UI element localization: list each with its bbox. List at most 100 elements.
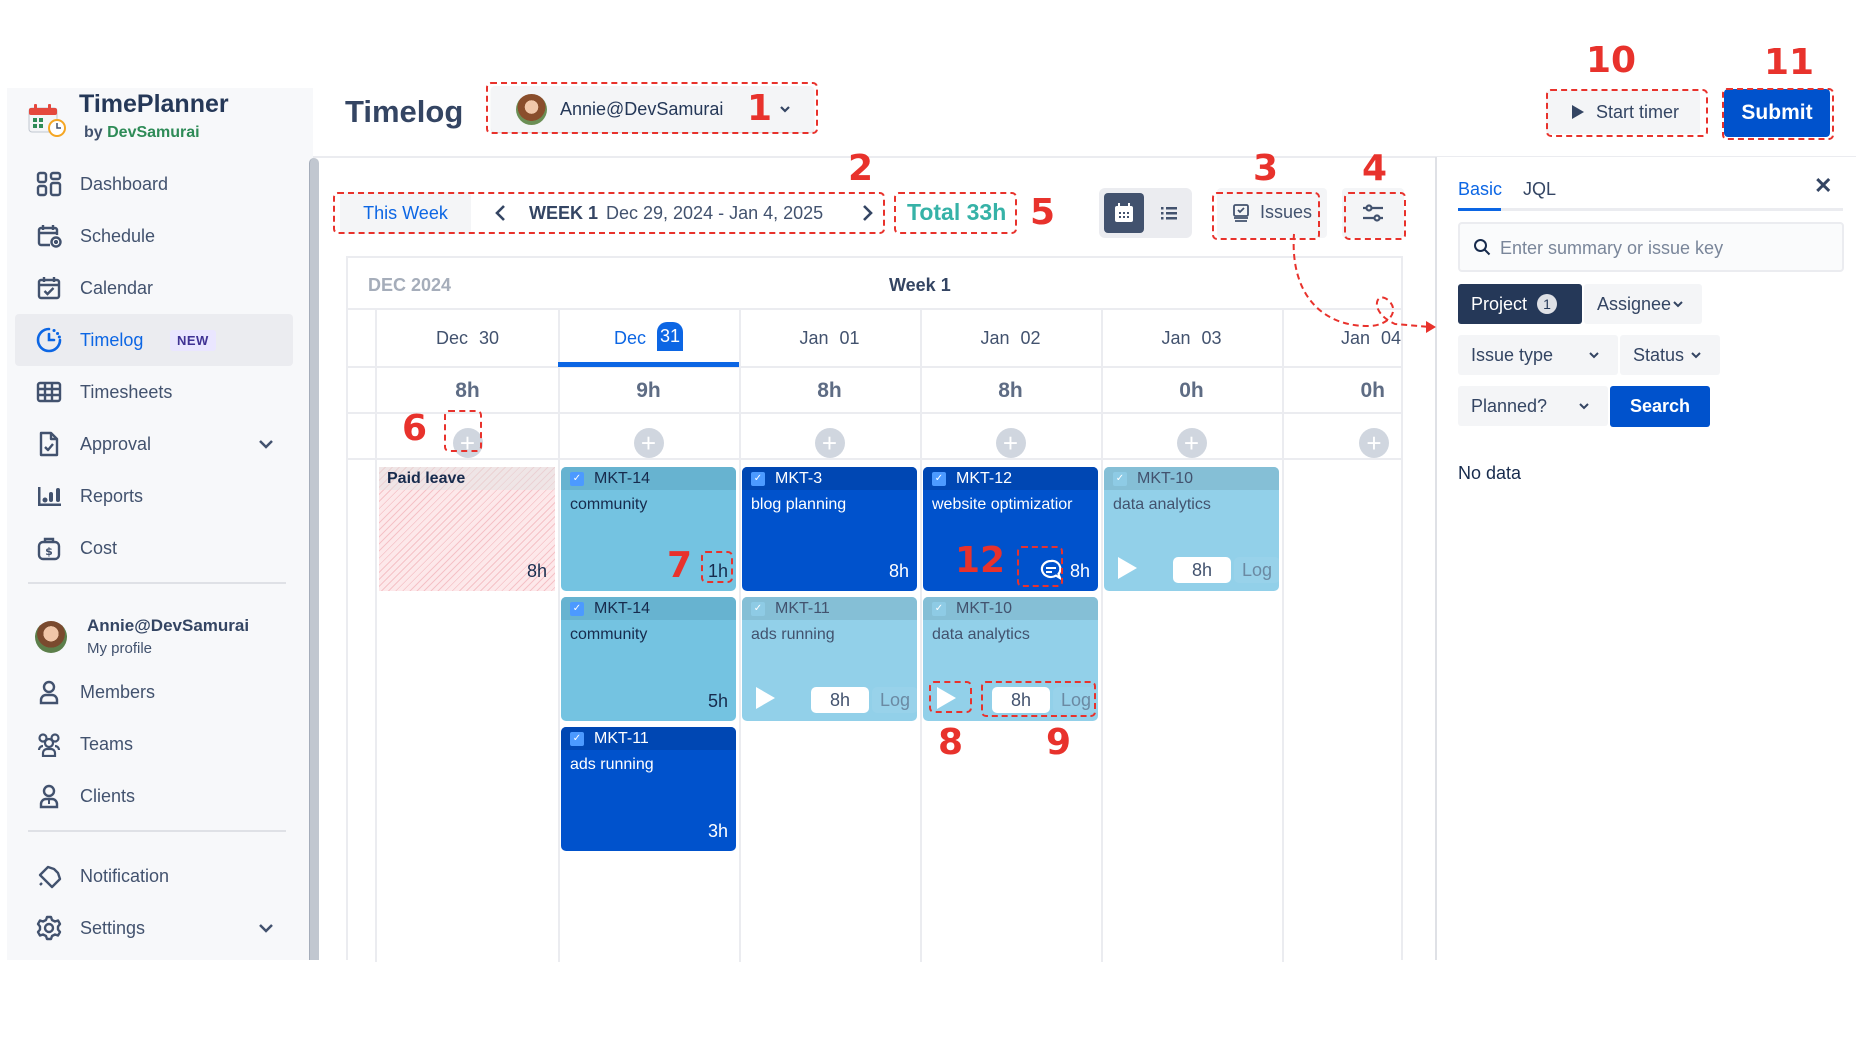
logged-hours[interactable]: 3h: [708, 821, 728, 842]
sidebar-profile[interactable]: Annie@DevSamurai My profile: [15, 606, 293, 668]
this-week-button[interactable]: This Week: [340, 192, 471, 234]
tab-basic[interactable]: Basic: [1458, 179, 1502, 200]
sidebar-item-dashboard[interactable]: Dashboard: [15, 158, 293, 210]
timelog-card[interactable]: ✓ MKT-10 data analytics Log: [923, 597, 1098, 721]
play-icon[interactable]: [756, 687, 775, 709]
add-timelog-button[interactable]: +: [452, 428, 483, 458]
project-filter[interactable]: Project 1: [1458, 284, 1582, 324]
new-badge: NEW: [170, 329, 216, 351]
comment-icon[interactable]: [1039, 559, 1063, 581]
logged-hours[interactable]: 5h: [708, 691, 728, 712]
week-calendar: DEC 2024 Week 1 Dec 30 8h + Dec 31 9h + Jan 01 8h +…: [346, 256, 1403, 962]
sidebar-item-reports[interactable]: Reports: [15, 470, 293, 522]
sidebar-label: Calendar: [80, 277, 154, 298]
calendar-view-button[interactable]: [1104, 193, 1144, 233]
chevron-down-icon[interactable]: [257, 919, 275, 937]
list-view-button[interactable]: [1149, 193, 1189, 233]
day-number: 03: [1201, 327, 1222, 348]
timelog-card[interactable]: ✓ MKT-11 ads running Log: [742, 597, 917, 721]
sidebar-label: Schedule: [80, 225, 156, 246]
log-button[interactable]: Log: [1234, 557, 1279, 583]
add-timelog-button[interactable]: +: [995, 428, 1026, 458]
sidebar-label: Settings: [80, 917, 146, 938]
sidebar-item-teams[interactable]: Teams: [15, 718, 293, 770]
search-icon: [1474, 239, 1491, 256]
issue-type-filter[interactable]: Issue type: [1458, 335, 1618, 375]
play-icon[interactable]: [1118, 557, 1137, 579]
sidebar-item-clients[interactable]: Clients: [15, 770, 293, 822]
day-number: 30: [478, 327, 500, 348]
calendar-grid-icon: [1115, 203, 1133, 222]
logged-hours[interactable]: 8h: [889, 561, 909, 582]
timelog-card[interactable]: ✓ MKT-12 website optimizatior 8h: [923, 467, 1098, 591]
project-filter-count: 1: [1537, 294, 1558, 314]
tab-jql[interactable]: JQL: [1523, 179, 1556, 200]
sidebar-item-timelog[interactable]: Timelog NEW: [15, 314, 293, 366]
add-timelog-button[interactable]: +: [814, 428, 845, 458]
sidebar-item-settings[interactable]: Settings: [15, 902, 293, 954]
submit-button[interactable]: Submit: [1724, 89, 1830, 137]
add-timelog-button[interactable]: +: [1359, 428, 1389, 458]
log-hours-input[interactable]: [811, 687, 869, 713]
chevron-right-icon[interactable]: [857, 202, 877, 224]
timelog-card[interactable]: ✓ MKT-14 community 1h: [561, 467, 736, 591]
issue-key: MKT-10: [956, 599, 1013, 617]
timelog-card[interactable]: ✓ MKT-10 data analytics Log: [1104, 467, 1279, 591]
card-header: ✓ MKT-3: [742, 467, 917, 490]
issues-button[interactable]: Issues: [1217, 188, 1327, 238]
start-timer-button[interactable]: Start timer: [1546, 90, 1700, 134]
chevron-left-icon[interactable]: [491, 202, 511, 224]
app-byline: by DevSamurai: [84, 124, 200, 142]
assignee-filter[interactable]: Assignee: [1584, 284, 1702, 324]
issue-key: MKT-11: [775, 599, 830, 617]
close-icon[interactable]: ✕: [1814, 173, 1832, 199]
sidebar-scrollbar[interactable]: [309, 158, 319, 960]
timelog-card[interactable]: ✓ MKT-14 community 5h: [561, 597, 736, 721]
add-timelog-button[interactable]: +: [633, 428, 664, 458]
sidebar-divider: [28, 830, 286, 832]
checkbox-icon: ✓: [570, 731, 584, 746]
search-button[interactable]: Search: [1610, 386, 1710, 427]
log-hours-input[interactable]: [1173, 557, 1231, 583]
log-button[interactable]: Log: [1053, 687, 1098, 713]
log-hours-input[interactable]: [992, 687, 1050, 713]
logged-hours[interactable]: 8h: [1070, 561, 1090, 582]
filter-settings-button[interactable]: [1342, 188, 1404, 238]
issue-type-filter-label: Issue type: [1471, 344, 1554, 365]
log-button[interactable]: Log: [872, 687, 917, 713]
timelog-card[interactable]: ✓ MKT-3 blog planning 8h: [742, 467, 917, 591]
paid-leave-block[interactable]: Paid leave 8h: [379, 467, 555, 591]
status-filter[interactable]: Status: [1620, 335, 1720, 375]
issue-search-field[interactable]: [1458, 222, 1844, 272]
day-month: Dec: [613, 327, 646, 348]
issue-search-input[interactable]: [1500, 234, 1830, 262]
checkbox-icon: ✓: [932, 601, 946, 616]
day-month: Dec: [435, 327, 468, 348]
sidebar-item-schedule[interactable]: Schedule: [15, 210, 293, 262]
chevron-down-icon: [1579, 403, 1589, 410]
add-timelog-button[interactable]: +: [1176, 428, 1207, 458]
sidebar-item-timesheets[interactable]: Timesheets: [15, 366, 293, 418]
play-icon[interactable]: [937, 687, 956, 709]
logged-hours[interactable]: 1h: [708, 561, 728, 582]
chevron-down-icon: [1589, 352, 1599, 359]
card-header: ✓ MKT-10: [1104, 467, 1279, 490]
sidebar-item-notification[interactable]: Notification: [15, 850, 293, 902]
sidebar-item-cost[interactable]: $ Cost: [15, 522, 293, 574]
sidebar-item-approval[interactable]: Approval: [15, 418, 293, 470]
sidebar-item-calendar[interactable]: Calendar: [15, 262, 293, 314]
issue-summary: website optimizatior: [932, 496, 1073, 513]
chevron-down-icon[interactable]: [257, 435, 275, 453]
sidebar-label: Approval: [80, 433, 152, 454]
teams-icon: [35, 730, 63, 758]
planned-filter[interactable]: Planned?: [1458, 386, 1608, 426]
day-total-hours: 9h: [636, 379, 661, 402]
day-total-hours: 8h: [998, 379, 1023, 402]
timelog-card[interactable]: ✓ MKT-11 ads running 3h: [561, 727, 736, 851]
issues-label: Issues: [1260, 202, 1313, 222]
annotation-number: 1: [747, 88, 773, 129]
card-header: ✓ MKT-11: [561, 727, 736, 750]
sidebar-item-members[interactable]: Members: [15, 666, 293, 718]
clients-icon: [35, 782, 63, 810]
schedule-icon: [35, 222, 63, 250]
